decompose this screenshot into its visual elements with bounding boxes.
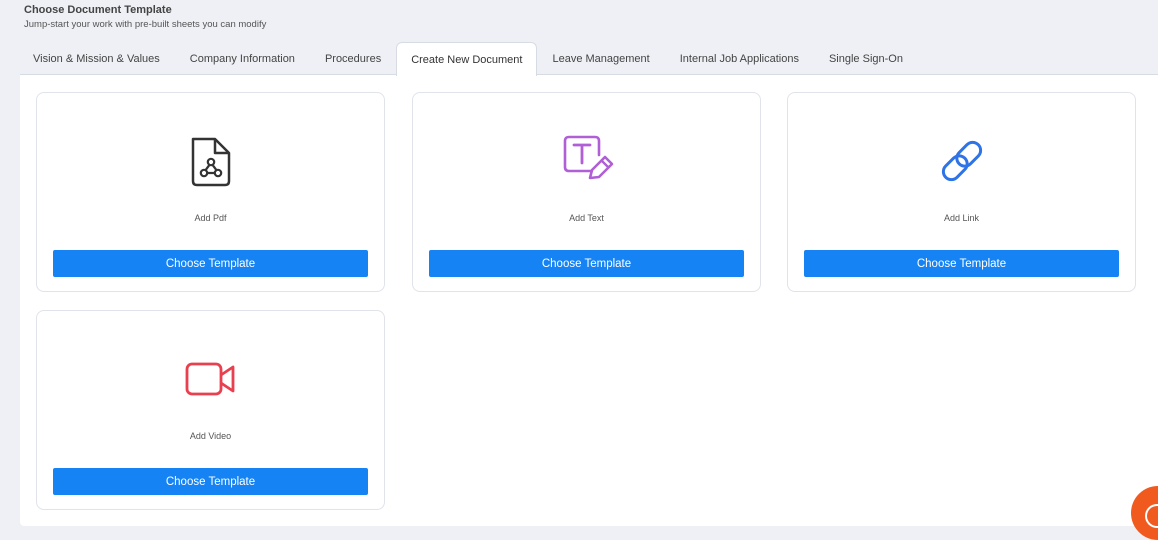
card-label: Add Link [943, 213, 980, 223]
template-card-video: Add Video Choose Template [36, 310, 385, 510]
card-label: Add Pdf [194, 213, 227, 223]
tab-single-sign-on[interactable]: Single Sign-On [814, 42, 918, 75]
tab-internal-job-applications[interactable]: Internal Job Applications [665, 42, 814, 75]
page-subtitle: Jump-start your work with pre-built shee… [24, 19, 267, 30]
tab-company-information[interactable]: Company Information [175, 42, 310, 75]
link-icon [788, 133, 1135, 189]
card-label: Add Text [569, 213, 604, 223]
template-card-link: Add Link Choose Template [787, 92, 1136, 292]
tab-bar: Vision & Mission & Values Company Inform… [18, 42, 918, 76]
tab-vision-mission-values[interactable]: Vision & Mission & Values [18, 42, 175, 75]
text-edit-icon [413, 133, 760, 189]
video-camera-icon [37, 351, 384, 407]
choose-template-button[interactable]: Choose Template [804, 250, 1119, 277]
template-panel: Add Pdf Choose Template Add Text Choose … [20, 74, 1158, 526]
tab-procedures[interactable]: Procedures [310, 42, 396, 75]
page-title: Choose Document Template [24, 4, 172, 16]
template-card-text: Add Text Choose Template [412, 92, 761, 292]
choose-template-button[interactable]: Choose Template [53, 250, 368, 277]
tab-create-new-document[interactable]: Create New Document [396, 42, 538, 76]
pdf-file-icon [37, 133, 384, 189]
card-label: Add Video [189, 431, 232, 441]
choose-template-button[interactable]: Choose Template [53, 468, 368, 495]
page-header: Choose Document Template Jump-start your… [24, 4, 266, 31]
choose-template-button[interactable]: Choose Template [429, 250, 744, 277]
tab-leave-management[interactable]: Leave Management [537, 42, 664, 75]
template-card-pdf: Add Pdf Choose Template [36, 92, 385, 292]
